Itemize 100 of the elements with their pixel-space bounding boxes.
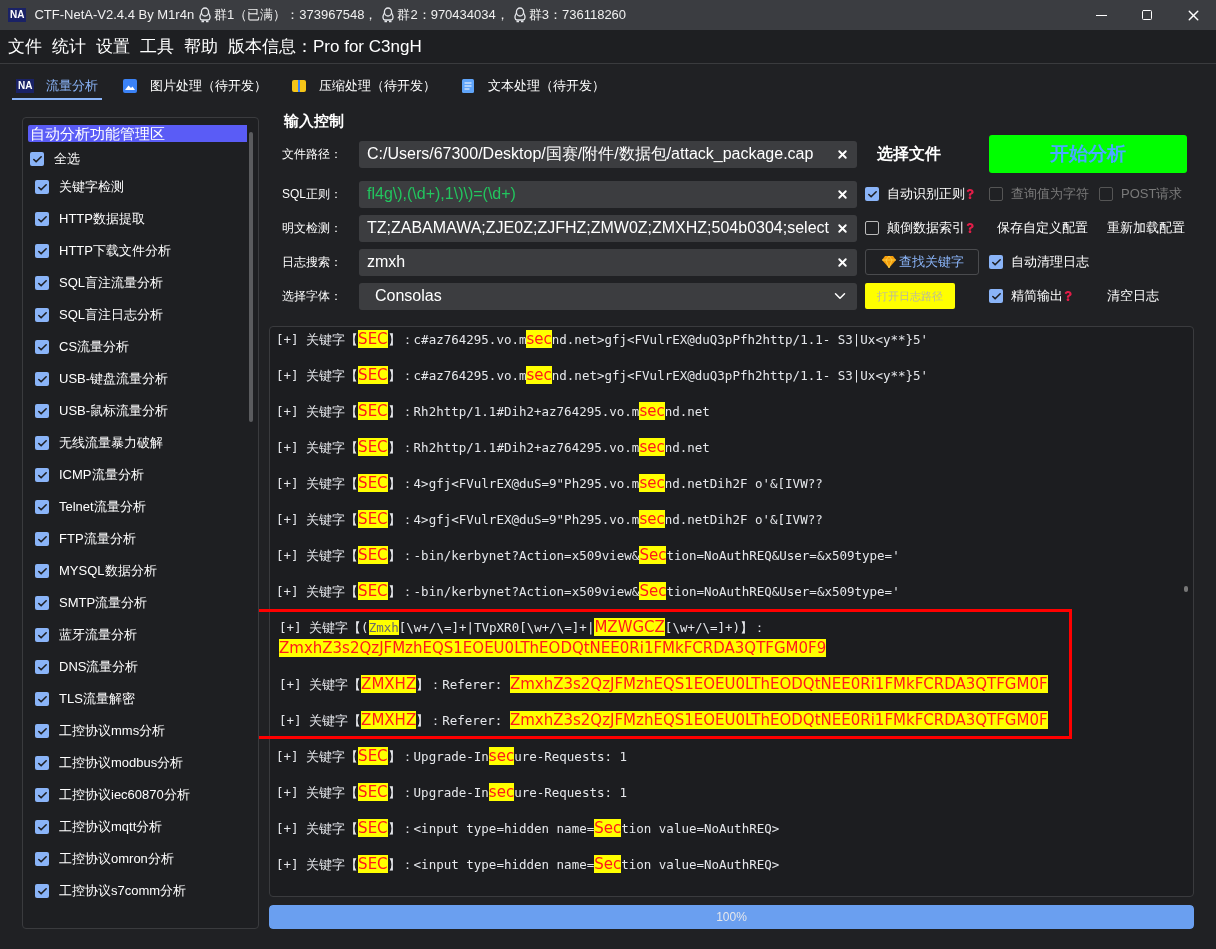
config-button[interactable]: 清空日志: [1099, 282, 1167, 310]
input-field[interactable]: TZ;ZABAMAWA;ZJE0Z;ZJFHZ;ZMW0Z;ZMXHZ;504b0304;select: [359, 214, 857, 242]
config-button[interactable]: 重新加载配置: [1099, 214, 1193, 242]
checkbox[interactable]: [865, 187, 879, 201]
checkbox-label: SQL盲注日志分析: [59, 306, 163, 325]
checkbox[interactable]: [35, 692, 49, 706]
checkbox-label: 工控协议s7comm分析: [59, 882, 187, 901]
clear-icon[interactable]: [836, 221, 849, 235]
checkbox[interactable]: [35, 596, 49, 610]
log-line: [+] 关键字【SEC】：Upgrade-Insecure-Requests: 1: [276, 747, 628, 766]
input-field[interactable]: C:/Users/67300/Desktop/国赛/附件/数据包/attack_package.cap: [359, 140, 857, 168]
minimize-icon: [1095, 14, 1107, 16]
checkbox[interactable]: [35, 276, 49, 290]
clear-icon[interactable]: [836, 255, 849, 269]
menu-item[interactable]: 统计: [52, 33, 86, 60]
document-icon: [460, 77, 477, 94]
log-line: [+] 关键字【SEC】：4>gfj<FVulrEX@duS=9"Ph295.vo.msecnd.netDih2F o'&[IVW??: [276, 510, 823, 529]
menu-item[interactable]: 版本信息：Pro for C3ngH: [228, 33, 422, 60]
checkbox-label: SMTP流量分析: [59, 594, 148, 613]
sidebar-title: 自动分析功能管理区: [28, 125, 247, 142]
window-title: CTF-NetA-V2.4.4 By M1r4n: [34, 6, 195, 25]
checkbox[interactable]: [35, 308, 49, 322]
clear-icon[interactable]: [836, 187, 849, 201]
archive-icon: [291, 77, 308, 94]
checkbox-label: 无线流量暴力破解: [59, 434, 163, 453]
field-label: SQL正则：: [282, 186, 343, 203]
log-line: [+] 关键字【SEC】：-bin/kerbynet?Action=x509view&Section=NoAuthREQ&User=&x509type=': [276, 546, 900, 565]
tab[interactable]: 文本处理（待开发）: [456, 73, 610, 100]
checkbox-label: FTP流量分析: [59, 530, 136, 549]
menu-item[interactable]: 帮助: [184, 33, 218, 60]
group-number: 群2：970434034，: [397, 6, 509, 25]
input-field[interactable]: zmxh: [359, 248, 857, 276]
checkbox[interactable]: [35, 372, 49, 386]
menu-item[interactable]: 设置: [96, 33, 130, 60]
checkbox-label: 全选: [54, 150, 80, 169]
field-label: 选择字体：: [282, 288, 343, 305]
choose-file-button[interactable]: 选择文件: [865, 138, 953, 170]
config-button[interactable]: 保存自定义配置: [989, 214, 1096, 242]
field-label: 文件路径：: [282, 146, 343, 163]
log-line: [+] 关键字【SEC】：<input type=hidden name=Section value=NoAuthREQ>: [276, 819, 780, 838]
checkbox[interactable]: [35, 340, 49, 354]
log-line: [+] 关键字【SEC】：<input type=hidden name=Section value=NoAuthREQ>: [276, 855, 780, 874]
input-field[interactable]: fl4g\),(\d+),1\)\)=(\d+): [359, 180, 857, 208]
checkbox-label: 颠倒数据索引: [887, 219, 965, 238]
tab[interactable]: NA 流量分析: [12, 73, 103, 100]
checkbox-label: 关键字检测: [59, 178, 124, 197]
log-line: [+] 关键字【SEC】：-bin/kerbynet?Action=x509view&Section=NoAuthREQ&User=&x509type=': [276, 582, 900, 601]
checkbox[interactable]: [35, 820, 49, 834]
app-logo-icon: NA: [8, 8, 27, 22]
log-line: [+] 关键字【SEC】：Upgrade-Insecure-Requests: 1: [276, 783, 628, 802]
clear-icon[interactable]: [836, 147, 849, 161]
checkbox-label: 查询值为字符: [1011, 185, 1089, 204]
checkbox[interactable]: [35, 436, 49, 450]
checkbox-label: POST请求: [1121, 185, 1183, 204]
checkbox[interactable]: [35, 244, 49, 258]
menu-item[interactable]: 文件: [8, 33, 42, 60]
checkbox[interactable]: [35, 500, 49, 514]
checkbox-label: 工控协议modbus分析: [59, 754, 184, 773]
penguin-icon: [512, 7, 527, 23]
checkbox[interactable]: [35, 404, 49, 418]
checkbox-label: TLS流量解密: [59, 690, 135, 709]
checkbox[interactable]: [35, 724, 49, 738]
checkbox-label: USB-键盘流量分析: [59, 370, 169, 389]
checkbox-label: 工控协议omron分析: [59, 850, 174, 869]
checkbox[interactable]: [35, 212, 49, 226]
checkbox[interactable]: [35, 468, 49, 482]
checkbox[interactable]: [35, 532, 49, 546]
penguin-icon: [381, 7, 396, 23]
checkbox[interactable]: [35, 564, 49, 578]
group-number: 群1（已满）：373967548，: [214, 6, 378, 25]
checkbox-label: 工控协议mms分析: [59, 722, 166, 741]
checkbox[interactable]: [35, 180, 49, 194]
tab[interactable]: 图片处理（待开发）: [118, 73, 272, 100]
gem-icon: [880, 255, 897, 269]
checkbox-label: 工控协议mqtt分析: [59, 818, 163, 837]
checkbox[interactable]: [30, 152, 44, 166]
checkbox[interactable]: [35, 884, 49, 898]
progress-reading: 100%: [715, 909, 748, 926]
log-line: [+] 关键字【(Zmxh[\w+/\=]+|TVpXR0[\w+/\=]+|MZWGCZ[\w+/\=]+)】：: [279, 618, 767, 637]
section-title: 输入控制: [282, 111, 345, 131]
menu-item[interactable]: 工具: [140, 33, 174, 60]
checkbox[interactable]: [35, 660, 49, 674]
checkbox[interactable]: [989, 289, 1003, 303]
checkbox[interactable]: [865, 221, 879, 235]
checkbox[interactable]: [35, 756, 49, 770]
checkbox[interactable]: [35, 788, 49, 802]
log-line: [+] 关键字【SEC】：Rh2http/1.1#Dih2+az764295.vo.msecnd.net: [276, 438, 710, 457]
checkbox-label: DNS流量分析: [59, 658, 139, 677]
find-keyword-button[interactable]: 查找关键字: [865, 249, 979, 275]
field-label: 明文检测：: [282, 220, 343, 237]
checkbox[interactable]: [989, 255, 1003, 269]
log-line: [+] 关键字【SEC】：Rh2http/1.1#Dih2+az764295.vo.msecnd.net: [276, 402, 710, 421]
checkbox[interactable]: [35, 628, 49, 642]
checkbox-label: USB-鼠标流量分析: [59, 402, 169, 421]
field-label: 日志搜索：: [282, 254, 343, 271]
checkbox-label: MYSQL数据分析: [59, 562, 157, 581]
tab[interactable]: 压缩处理（待开发）: [287, 73, 441, 100]
font-select[interactable]: Consolas: [359, 282, 857, 310]
checkbox[interactable]: [35, 852, 49, 866]
checkbox-label: 工控协议iec60870分析: [59, 786, 190, 805]
